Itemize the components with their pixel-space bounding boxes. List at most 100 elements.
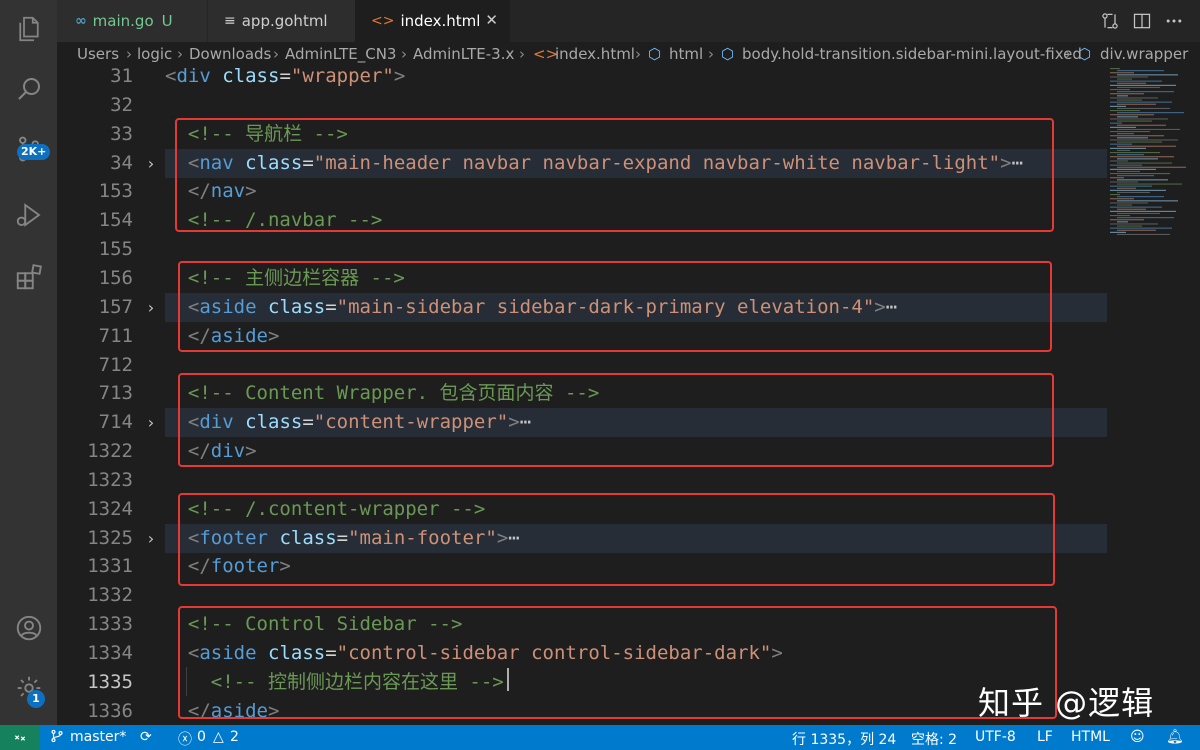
- run-debug-icon[interactable]: [0, 190, 57, 240]
- symbol-cube-icon: ⬡: [721, 45, 735, 63]
- indentation[interactable]: 空格: 2: [911, 729, 957, 749]
- breadcrumb-folder[interactable]: AdminLTE_CN3: [285, 45, 396, 63]
- fold-chevron-icon[interactable]: ›: [146, 408, 158, 437]
- branch-name[interactable]: master*: [70, 729, 126, 745]
- extensions-icon[interactable]: [0, 252, 57, 302]
- chevron-right-icon: ›: [635, 45, 641, 63]
- line-number: 1336: [87, 699, 133, 722]
- error-icon[interactable]: ⓧ: [178, 729, 192, 749]
- warning-icon[interactable]: △: [213, 729, 224, 745]
- language-mode[interactable]: HTML: [1071, 729, 1110, 745]
- tab-main-go[interactable]: ∞ main.go U: [57, 0, 207, 42]
- minimap-line: [1110, 189, 1166, 191]
- breadcrumb-symbol[interactable]: body.hold-transition.sidebar-mini.layout…: [742, 45, 1082, 63]
- minimap-line: [1117, 179, 1168, 181]
- tab-index-html[interactable]: <> index.html ✕: [355, 0, 510, 42]
- search-icon[interactable]: [0, 64, 57, 114]
- encoding[interactable]: UTF-8: [975, 729, 1016, 745]
- breadcrumb-folder[interactable]: Users: [77, 45, 119, 63]
- minimap-line: [1110, 206, 1162, 208]
- minimap-line: [1117, 70, 1164, 72]
- minimap-line: [1110, 227, 1172, 229]
- sync-icon[interactable]: ⟳: [140, 729, 152, 745]
- chevron-right-icon: ›: [519, 45, 525, 63]
- symbol-cube-icon: ⬡: [1078, 45, 1092, 63]
- minimap-line: [1110, 110, 1140, 112]
- feedback-icon[interactable]: ☺: [1130, 729, 1145, 745]
- line-number: 1335: [87, 670, 133, 693]
- end-of-line[interactable]: LF: [1037, 729, 1053, 745]
- line-number: 155: [98, 238, 133, 261]
- minimap-line: [1117, 204, 1132, 206]
- remote-icon[interactable]: [0, 725, 40, 750]
- tab-label: index.html: [400, 12, 481, 30]
- go-icon: ∞: [75, 13, 87, 29]
- line-number: 34: [110, 151, 133, 174]
- line-number: 1324: [87, 497, 133, 520]
- fold-chevron-icon[interactable]: ›: [146, 293, 158, 322]
- more-actions-icon[interactable]: [1164, 11, 1184, 31]
- minimap-line: [1117, 200, 1178, 202]
- status-bar: master* ⟳ ⓧ 0 △ 2 行 1335，列 24 空格: 2 UTF-…: [0, 725, 1200, 750]
- minimap-line: [1117, 229, 1156, 231]
- line-number: 1322: [87, 440, 133, 463]
- compare-changes-icon[interactable]: [1100, 11, 1120, 31]
- minimap-line: [1117, 99, 1142, 101]
- minimap-line: [1110, 219, 1144, 221]
- minimap-line: [1110, 135, 1164, 137]
- minimap-line: [1110, 76, 1148, 78]
- chevron-right-icon: ›: [708, 45, 714, 63]
- minimap-line: [1117, 221, 1128, 223]
- line-number: 1333: [87, 613, 133, 636]
- minimap-line: [1110, 194, 1120, 196]
- line-number: 153: [98, 180, 133, 203]
- minimap-line: [1117, 158, 1158, 160]
- minimap-line: [1110, 223, 1158, 225]
- error-count: 0: [197, 729, 206, 745]
- fold-chevron-icon[interactable]: ›: [146, 524, 158, 553]
- minimap-line: [1110, 177, 1124, 179]
- minimap[interactable]: [1108, 68, 1188, 238]
- minimap-line: [1110, 84, 1176, 86]
- line-number: 1325: [87, 526, 133, 549]
- line-number: 154: [98, 209, 133, 232]
- minimap-line: [1110, 156, 1174, 158]
- line-number: 1334: [87, 642, 133, 664]
- cursor-position[interactable]: 行 1335，列 24: [792, 729, 896, 749]
- minimap-line: [1117, 82, 1146, 84]
- account-icon[interactable]: [0, 603, 57, 653]
- minimap-line: [1110, 231, 1126, 233]
- split-editor-icon[interactable]: [1132, 11, 1152, 31]
- notifications-bell-icon[interactable]: 🔔︎: [1166, 729, 1184, 745]
- breadcrumb-symbol[interactable]: div.wrapper: [1100, 45, 1188, 63]
- minimap-line: [1110, 72, 1134, 74]
- minimap-line: [1117, 154, 1144, 156]
- line-number: 157: [98, 295, 133, 318]
- breadcrumb-folder[interactable]: Downloads: [189, 45, 271, 63]
- minimap-line: [1117, 187, 1136, 189]
- chevron-right-icon: ›: [273, 45, 279, 63]
- tab-app-gohtml[interactable]: ≡ app.gohtml: [207, 0, 355, 42]
- fold-chevron-icon[interactable]: ›: [146, 149, 158, 178]
- breadcrumb-folder[interactable]: AdminLTE-3.x: [413, 45, 514, 63]
- explorer-icon[interactable]: [0, 4, 57, 54]
- branch-icon: [50, 729, 64, 747]
- minimap-line: [1117, 128, 1180, 130]
- source-control-icon[interactable]: 2K+: [0, 124, 57, 174]
- settings-gear-icon[interactable]: 1: [0, 663, 57, 713]
- code-line[interactable]: <div class="wrapper">: [165, 62, 405, 91]
- minimap-line: [1117, 166, 1186, 168]
- minimap-line: [1117, 116, 1138, 118]
- chevron-right-icon: ›: [1065, 45, 1071, 63]
- minimap-line: [1117, 233, 1170, 235]
- line-number: 32: [110, 93, 133, 116]
- minimap-line: [1117, 191, 1150, 193]
- breadcrumb-folder[interactable]: logic: [137, 45, 172, 63]
- close-icon[interactable]: ✕: [485, 11, 498, 29]
- minimap-line: [1117, 137, 1148, 139]
- minimap-line: [1110, 80, 1162, 82]
- minimap-line: [1110, 168, 1156, 170]
- breadcrumb-file[interactable]: index.html: [555, 45, 635, 63]
- breadcrumb-symbol[interactable]: html: [669, 45, 703, 63]
- annotation-box-sidebar: [178, 261, 1052, 352]
